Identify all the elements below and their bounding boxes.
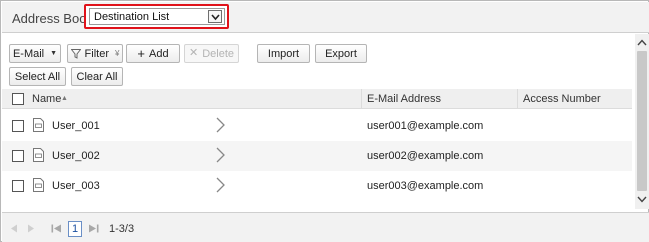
- row-checkbox[interactable]: [12, 180, 24, 192]
- export-label: Export: [325, 47, 357, 60]
- row-name: User_003: [52, 180, 100, 192]
- row-name: User_002: [52, 150, 100, 162]
- select-all-button[interactable]: Select All: [9, 67, 66, 86]
- address-book-panel: Address Books Destination List E-Mail ▼ …: [0, 0, 649, 242]
- current-page-number[interactable]: 1: [68, 221, 82, 237]
- chevron-right-icon[interactable]: [216, 147, 225, 163]
- import-label: Import: [267, 47, 300, 60]
- export-button[interactable]: Export: [315, 44, 367, 63]
- clear-all-label: Clear All: [76, 70, 118, 83]
- column-divider: [517, 89, 518, 109]
- scrollbar-thumb[interactable]: [637, 51, 647, 191]
- import-button[interactable]: Import: [257, 44, 310, 63]
- clear-all-button[interactable]: Clear All: [71, 67, 123, 86]
- close-icon: ✕: [188, 47, 199, 59]
- column-header-name[interactable]: Name: [32, 93, 61, 105]
- type-filter-dropdown[interactable]: E-Mail ▼: [9, 44, 61, 63]
- address-entry-icon: [33, 118, 44, 132]
- table-row[interactable]: User_003 user003@example.com: [2, 171, 632, 201]
- add-label: Add: [149, 47, 169, 60]
- select-all-label: Select All: [14, 70, 61, 83]
- delete-button[interactable]: ✕ Delete: [184, 44, 239, 63]
- scroll-down-icon[interactable]: [637, 196, 647, 203]
- row-email: user001@example.com: [367, 120, 484, 132]
- header-bar: Address Books Destination List: [2, 2, 649, 33]
- table-row[interactable]: User_002 user002@example.com: [2, 141, 632, 171]
- vertical-scrollbar[interactable]: [635, 34, 649, 209]
- last-page-icon[interactable]: [88, 224, 99, 233]
- delete-label: Delete: [202, 47, 234, 60]
- column-header-email[interactable]: E-Mail Address: [367, 93, 441, 105]
- double-chevron-icon: ¥: [115, 49, 120, 58]
- destination-list-select[interactable]: Destination List: [89, 8, 225, 25]
- filter-label: Filter: [84, 47, 109, 60]
- chevron-right-icon[interactable]: [216, 117, 225, 133]
- column-divider: [361, 89, 362, 109]
- row-checkbox[interactable]: [12, 150, 24, 162]
- next-page-icon[interactable]: [27, 224, 35, 233]
- pagination-bar: 1 1-3/3: [2, 212, 649, 242]
- row-email: user003@example.com: [367, 180, 484, 192]
- destination-select-value: Destination List: [94, 11, 170, 23]
- chevron-down-icon[interactable]: [208, 10, 222, 23]
- add-button[interactable]: + Add: [126, 44, 180, 63]
- plus-icon: +: [137, 46, 145, 61]
- previous-page-icon[interactable]: [10, 224, 18, 233]
- caret-down-icon: ▼: [50, 50, 58, 57]
- funnel-icon: [70, 48, 81, 59]
- address-entry-icon: [33, 148, 44, 162]
- address-entry-icon: [33, 178, 44, 192]
- table-row[interactable]: User_001 user001@example.com: [2, 111, 632, 141]
- column-header-access-number[interactable]: Access Number: [523, 93, 601, 105]
- table-header: Name ▲ E-Mail Address Access Number: [2, 89, 632, 109]
- row-checkbox[interactable]: [12, 120, 24, 132]
- first-page-icon[interactable]: [51, 224, 62, 233]
- scroll-up-icon[interactable]: [637, 39, 647, 46]
- select-all-checkbox[interactable]: [12, 93, 24, 105]
- type-filter-label: E-Mail: [12, 47, 45, 60]
- destination-highlight: Destination List: [84, 4, 229, 29]
- sort-ascending-icon: ▲: [61, 95, 68, 102]
- row-name: User_001: [52, 120, 100, 132]
- row-email: user002@example.com: [367, 150, 484, 162]
- page-range-text: 1-3/3: [109, 223, 135, 235]
- chevron-right-icon[interactable]: [216, 177, 225, 193]
- filter-button[interactable]: Filter ¥: [67, 44, 123, 63]
